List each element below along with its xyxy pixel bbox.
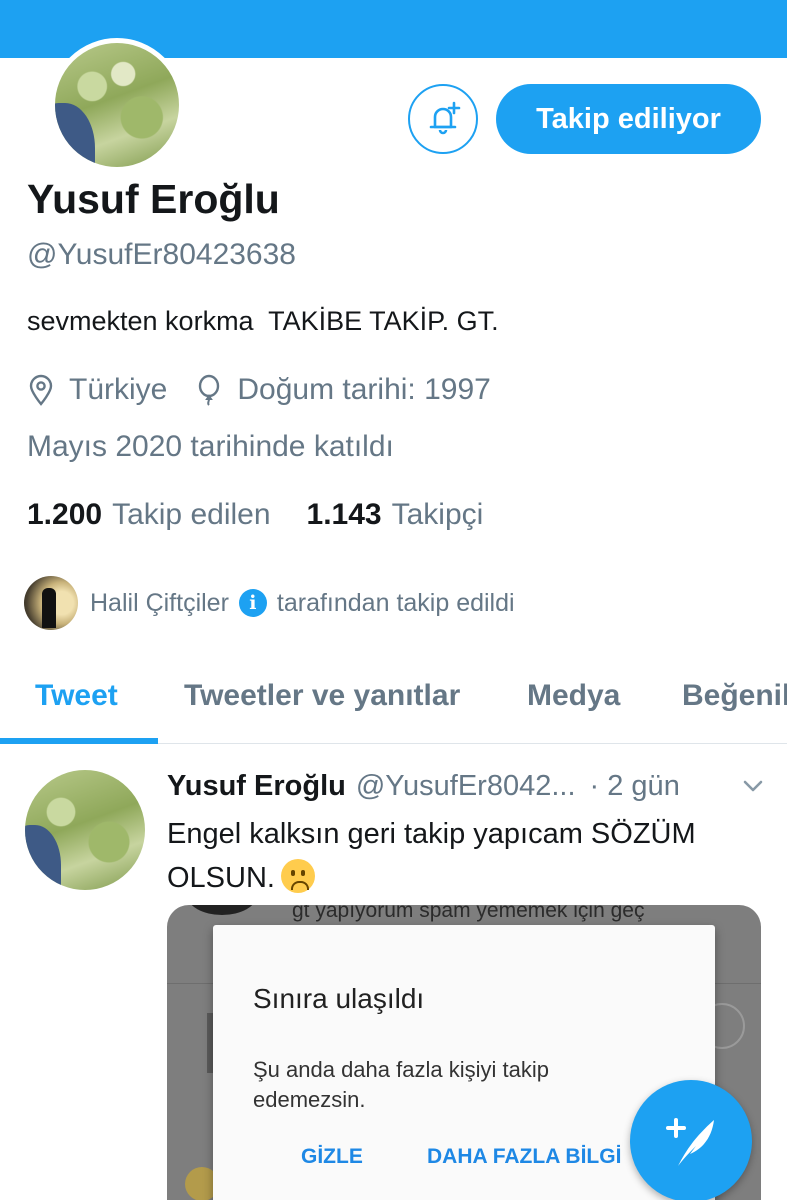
profile-location: Türkiye	[69, 373, 168, 406]
profile-handle: @YusufEr80423638	[27, 238, 296, 271]
followed-by-row[interactable]: Halil Çiftçiler i tarafından takip edild…	[24, 576, 515, 630]
frowning-face-emoji	[280, 859, 315, 893]
followers-label: Takipçi	[391, 498, 484, 531]
profile-bio: sevmekten korkma TAKİBE TAKİP. GT.	[27, 306, 499, 336]
follower-avatar	[24, 576, 78, 630]
following-button[interactable]: Takip ediliyor	[496, 84, 761, 154]
dialog-message: Şu anda daha fazla kişiyi takip edemezsi…	[253, 1057, 549, 1112]
follow-counts: 1.200 Takip edilen 1.143 Takipçi	[27, 498, 483, 532]
following-count: 1.200	[27, 498, 103, 531]
tweet-timestamp: · 2 gün	[589, 769, 680, 802]
followed-by-suffix: tarafından takip edildi	[276, 588, 515, 617]
location-pin-icon	[27, 374, 59, 406]
follower-name: Halil Çiftçiler	[90, 588, 229, 617]
info-icon: i	[238, 589, 267, 617]
active-tab-indicator	[0, 738, 158, 744]
profile-tabs: Tweet Tweetler ve yanıtlar Medya Beğenil…	[0, 648, 787, 744]
following-link[interactable]: 1.200 Takip edilen	[27, 498, 271, 532]
tab-tweets-and-replies[interactable]: Tweetler ve yanıtlar	[184, 648, 460, 743]
chevron-down-icon[interactable]	[739, 772, 767, 808]
profile-joined-date: Mayıs 2020 tarihinde katıldı	[27, 430, 394, 463]
tweet-body: Engel kalksın geri takip yapıcam SÖZÜM O…	[167, 812, 767, 900]
compose-tweet-button[interactable]	[630, 1080, 752, 1200]
profile-avatar[interactable]	[50, 38, 184, 172]
dialog-more-info-button: DAHA FAZLA BİLGİ	[427, 1145, 622, 1168]
tab-tweets[interactable]: Tweet	[35, 648, 118, 743]
profile-name: Yusuf Eroğlu	[27, 176, 280, 222]
followers-link[interactable]: 1.143 Takipçi	[307, 498, 484, 532]
following-label: Takip edilen	[112, 498, 271, 531]
profile-birthday: Doğum tarihi: 1997	[237, 373, 491, 406]
tab-media[interactable]: Medya	[527, 648, 620, 743]
tab-likes[interactable]: Beğeniler	[682, 648, 787, 743]
followers-count: 1.143	[306, 498, 382, 531]
profile-meta: Türkiye Doğum tarihi: 1997	[27, 370, 491, 410]
notifications-button[interactable]	[408, 84, 478, 154]
tweet-avatar[interactable]	[25, 770, 145, 890]
compose-feather-icon	[666, 1118, 714, 1166]
tweet-author-name[interactable]: Yusuf Eroğlu	[167, 770, 346, 803]
tweet-header: Yusuf Eroğlu @YusufEr8042... · 2 gün	[167, 766, 767, 806]
balloon-icon	[195, 374, 227, 406]
bell-plus-icon	[429, 101, 461, 135]
dialog-hide-button: GİZLE	[301, 1145, 363, 1168]
dialog-title: Sınıra ulaşıldı	[253, 983, 425, 1014]
tweet-author-handle: @YusufEr8042...	[355, 769, 576, 802]
media-bg-avatar	[187, 905, 257, 915]
tweet-text: Engel kalksın geri takip yapıcam SÖZÜM O…	[167, 818, 696, 894]
media-bg-text: gt yapıyorum spam yememek için geç	[292, 905, 645, 922]
